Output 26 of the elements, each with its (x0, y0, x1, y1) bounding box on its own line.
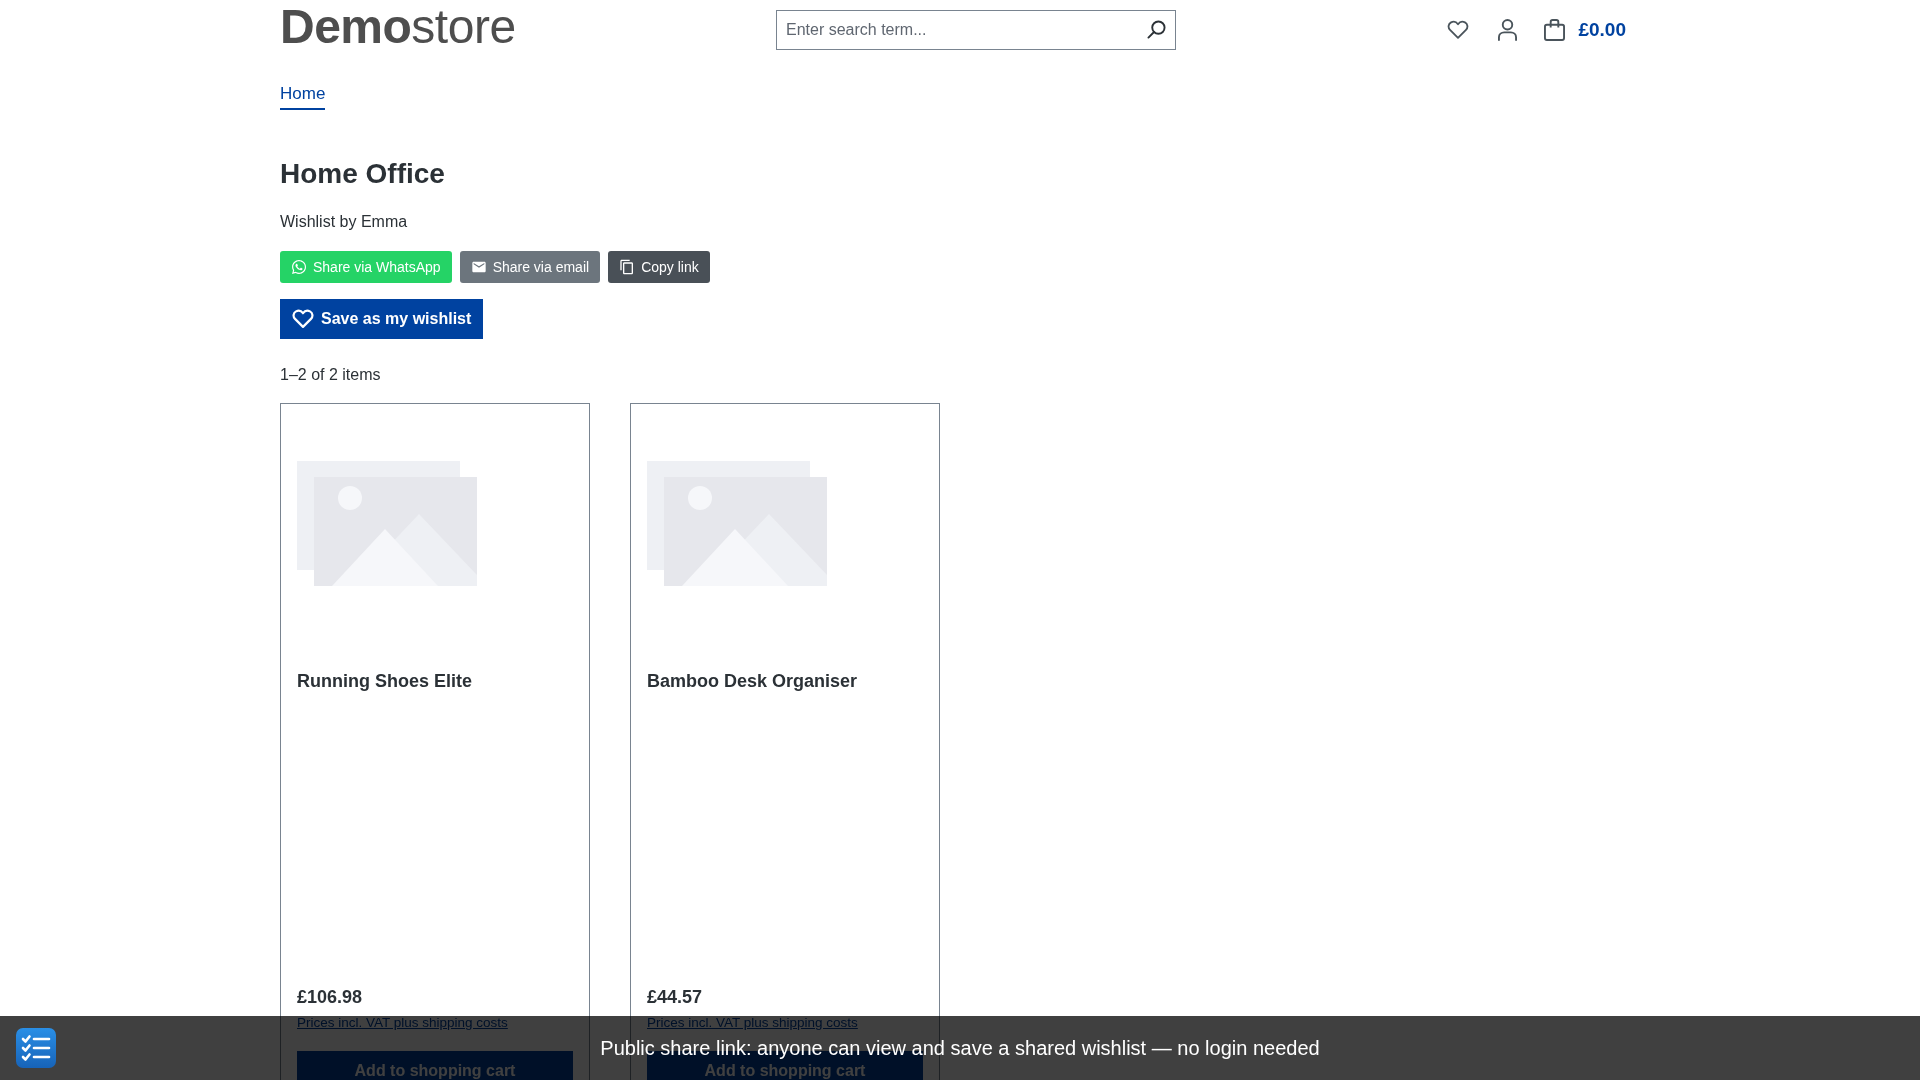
shopping-bag-icon (1544, 19, 1566, 41)
item-count: 1–2 of 2 items (280, 365, 382, 385)
image-placeholder-icon (297, 461, 477, 586)
share-button[interactable]: Copy link (608, 251, 710, 283)
product-price: £106.98 (297, 986, 363, 1009)
store-logo[interactable]: Demostore (280, 3, 516, 57)
cart-button[interactable]: £0.00 (1544, 19, 1626, 41)
page-title: Home Office (280, 157, 446, 191)
user-icon[interactable] (1497, 19, 1517, 41)
product-name[interactable]: Bamboo Desk Organiser (647, 669, 858, 693)
search-icon[interactable] (1147, 20, 1166, 39)
image-placeholder-icon (647, 461, 827, 586)
search-field[interactable]: Enter search term... (776, 10, 1176, 50)
heart-icon[interactable] (1447, 20, 1470, 40)
product-name[interactable]: Running Shoes Elite (297, 669, 472, 693)
copy-icon (619, 259, 636, 275)
wishlist-owner: Wishlist by Emma (280, 212, 409, 232)
breadcrumb-link[interactable]: Home (280, 82, 326, 110)
share-button[interactable]: Share via email (459, 251, 601, 283)
envelope-icon (470, 259, 487, 275)
product-price: £44.57 (647, 986, 703, 1009)
save-wishlist-button[interactable]: Save as my wishlist (280, 299, 484, 339)
notice-text: Public share link: anyone can view and save a shared wishlist — no login needed (600, 1036, 1320, 1060)
heart-icon (292, 309, 314, 329)
checklist-icon[interactable] (16, 1028, 56, 1068)
chat-phone-icon (291, 259, 307, 275)
